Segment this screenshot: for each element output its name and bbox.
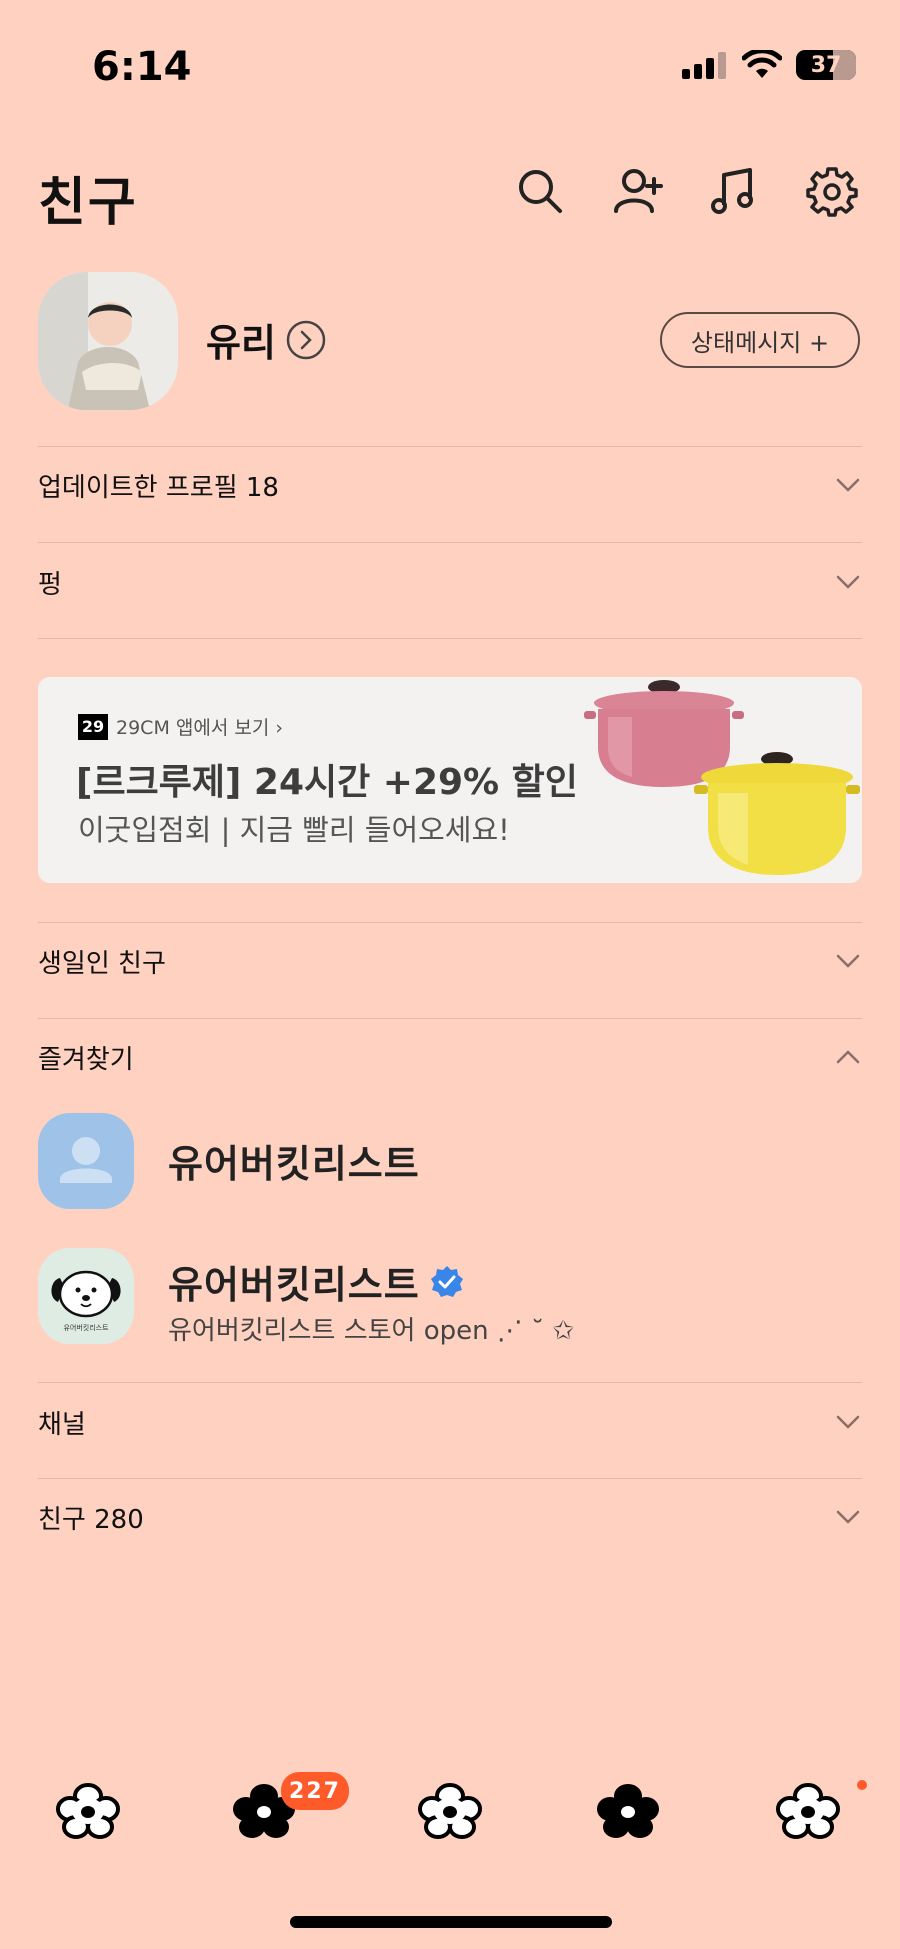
- status-time: 6:14: [92, 44, 192, 90]
- section-favorites[interactable]: 즐겨찾기: [38, 1027, 862, 1087]
- unread-badge: 227: [281, 1772, 349, 1810]
- nav-friends-tab[interactable]: [56, 1782, 120, 1840]
- brand-logo: 29: [78, 713, 108, 740]
- nav-more-tab[interactable]: [776, 1782, 840, 1840]
- verified-badge-icon: [430, 1265, 463, 1297]
- flower-outline-icon: [56, 1783, 120, 1839]
- chevron-down-icon[interactable]: [834, 568, 862, 596]
- chevron-down-icon[interactable]: [834, 947, 862, 975]
- section-label: 즐겨찾기: [38, 1044, 134, 1075]
- ad-title: [르크루제] 24시간 +29% 할인: [76, 762, 578, 803]
- puppy-avatar-image: 유어버킷리스트: [38, 1248, 134, 1344]
- section-label: 생일인 친구: [38, 948, 166, 979]
- chevron-right-circle-icon[interactable]: [286, 320, 326, 360]
- battery-icon: 37: [796, 50, 856, 80]
- friend-status-message: 유어버킷리스트 스토어 open ⋰ ˘ ✩: [168, 1316, 575, 1346]
- divider: [38, 638, 862, 639]
- page-title: 친구: [38, 173, 138, 233]
- section-label: 채널: [38, 1409, 86, 1440]
- notification-dot: [857, 1780, 867, 1790]
- flower-filled-icon: [597, 1784, 659, 1838]
- ad-source-label: 29CM 앱에서 보기 ›: [116, 717, 283, 739]
- section-pung[interactable]: 펑: [38, 552, 862, 612]
- friend-name[interactable]: 유어버킷리스트: [168, 1133, 420, 1188]
- cellular-signal-icon: [682, 52, 726, 79]
- product-image: [584, 680, 860, 875]
- section-label: 업데이트한 프로필 18: [38, 472, 279, 503]
- friend-name: 유어버킷리스트: [168, 1263, 420, 1307]
- section-friends[interactable]: 친구 280: [38, 1487, 862, 1547]
- friend-avatar[interactable]: 유어버킷리스트: [38, 1248, 134, 1344]
- search-icon[interactable]: [514, 165, 566, 217]
- chevron-up-icon[interactable]: [834, 1043, 862, 1071]
- divider: [38, 922, 862, 923]
- ad-banner[interactable]: 29 29CM 앱에서 보기 › [르크루제] 24시간 +29% 할인 이굿입…: [38, 677, 862, 883]
- divider: [38, 1382, 862, 1383]
- divider: [38, 446, 862, 447]
- wifi-icon: [742, 50, 782, 78]
- section-label: 펑: [38, 569, 62, 600]
- nav-shopping-tab[interactable]: [596, 1782, 660, 1840]
- divider: [38, 1478, 862, 1479]
- my-profile-avatar[interactable]: [38, 272, 178, 410]
- divider: [38, 1018, 862, 1019]
- section-birthday[interactable]: 생일인 친구: [38, 931, 862, 991]
- chevron-down-icon[interactable]: [834, 1503, 862, 1531]
- avatar-caption: 유어버킷리스트: [63, 1323, 109, 1332]
- default-profile-icon: [60, 1137, 112, 1183]
- settings-icon[interactable]: [806, 165, 858, 217]
- section-label: 친구 280: [38, 1504, 144, 1535]
- status-icons: 37: [682, 50, 856, 80]
- battery-level: 37: [810, 52, 842, 78]
- music-icon[interactable]: [708, 165, 760, 217]
- nav-openchat-tab[interactable]: [418, 1782, 482, 1840]
- divider: [38, 542, 862, 543]
- chevron-down-icon[interactable]: [834, 1408, 862, 1436]
- ad-subtitle: 이굿입점회 | 지금 빨리 들어오세요!: [78, 813, 510, 847]
- section-channel[interactable]: 채널: [38, 1392, 862, 1452]
- status-message-button[interactable]: 상태메시지 +: [660, 312, 860, 368]
- friend-name-row[interactable]: 유어버킷리스트: [168, 1254, 464, 1309]
- ad-source[interactable]: 29 29CM 앱에서 보기 ›: [78, 713, 283, 740]
- flower-outline-icon: [418, 1783, 482, 1839]
- add-friend-icon[interactable]: [612, 165, 664, 217]
- friend-avatar[interactable]: [38, 1113, 134, 1209]
- my-profile-name[interactable]: 유리: [206, 312, 276, 367]
- chevron-down-icon[interactable]: [834, 471, 862, 499]
- flower-outline-icon: [776, 1783, 840, 1839]
- section-updated-profiles[interactable]: 업데이트한 프로필 18: [38, 455, 862, 515]
- home-indicator[interactable]: [290, 1916, 612, 1928]
